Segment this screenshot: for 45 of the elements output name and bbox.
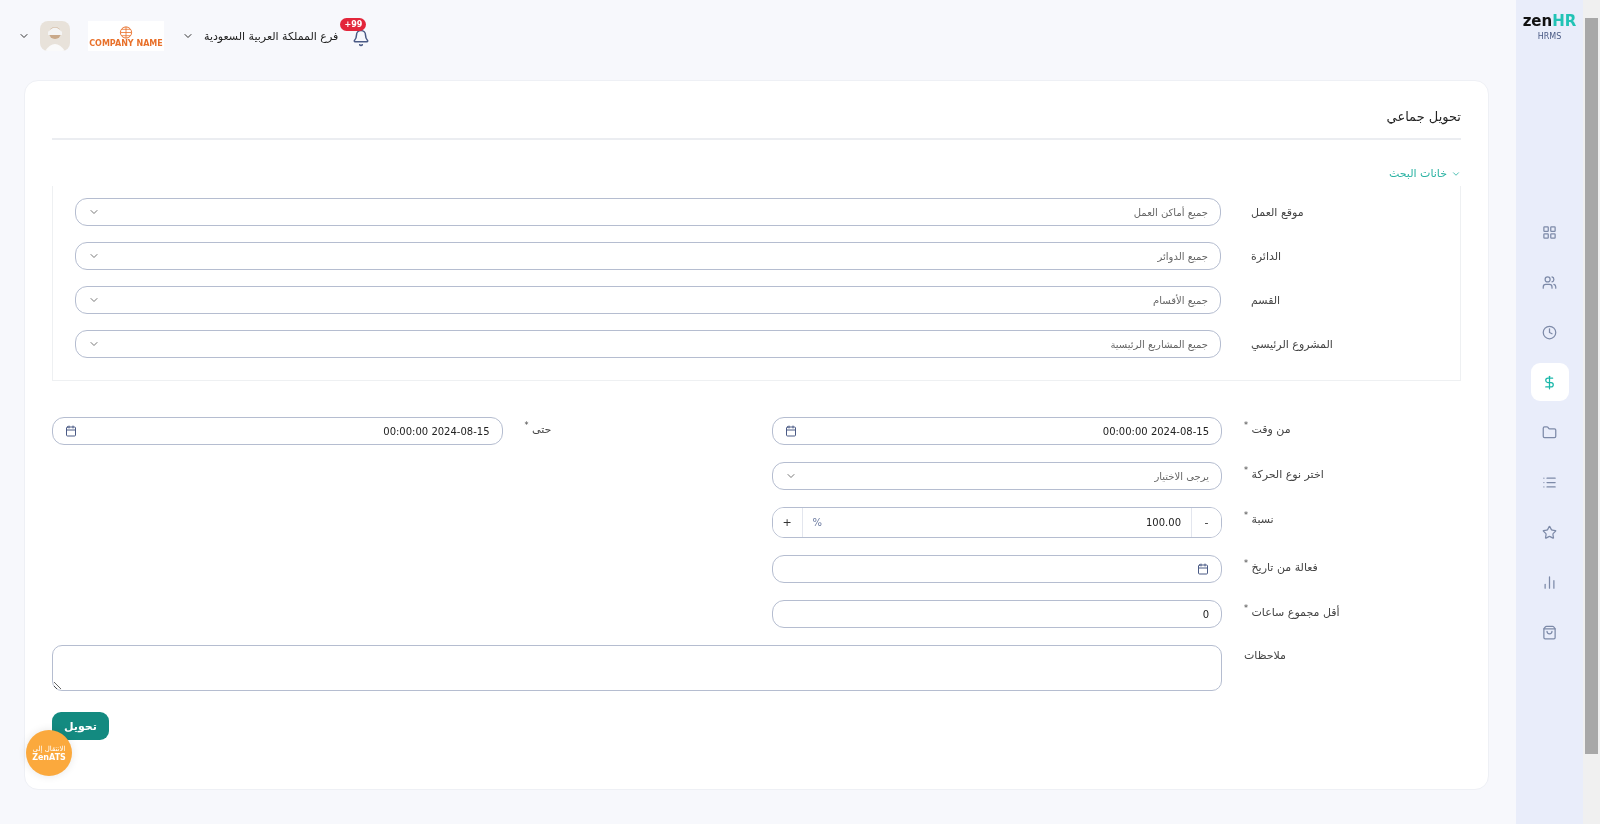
filter-select[interactable]: جميع أماكن العمل (75, 198, 1221, 226)
brand-subtitle: HRMS (1537, 32, 1562, 41)
notification-badge: +99 (340, 18, 367, 31)
dollar-icon (1542, 374, 1557, 390)
field-label: ملاحظات (1243, 648, 1287, 662)
globe-icon (118, 24, 134, 40)
avatar[interactable] (40, 21, 70, 51)
calendar-icon (65, 425, 77, 437)
filter-label: الدائرة (1250, 249, 1283, 263)
users-icon (1542, 274, 1557, 290)
number-field[interactable]: 0 (771, 600, 1222, 628)
filter-select[interactable]: جميع الدوائر (75, 242, 1221, 270)
date-field[interactable]: 2024-08-15 00:00:00 (52, 417, 503, 445)
date-field[interactable] (771, 555, 1222, 583)
field-label: من وقت $^{*}$ (1243, 420, 1292, 436)
filter-label: موقع العمل (1250, 205, 1305, 219)
brand-logo: zenHR (1522, 12, 1577, 30)
field-label: نسبة $^{*}$ (1243, 510, 1275, 526)
notes-field[interactable] (52, 645, 1222, 691)
folder-icon (1542, 424, 1557, 440)
grid-icon (1542, 224, 1557, 240)
filter-label: المشروع الرئيسي (1250, 337, 1334, 351)
company-logo: COMPANY NAME (88, 21, 164, 51)
field-label: فعالة من تاريخ $^{*}$ (1243, 558, 1319, 574)
select-field[interactable]: يرجى الاختيار (771, 462, 1222, 490)
star-icon (1542, 524, 1557, 540)
bell-icon[interactable] (352, 29, 371, 47)
calendar-icon (1197, 563, 1209, 575)
branch-name[interactable]: فرع المملكة العربية السعودية (204, 29, 339, 43)
list-icon (1542, 474, 1557, 490)
nav-button[interactable] (1530, 363, 1569, 401)
bar-chart-icon (1542, 574, 1557, 590)
filter-label: القسم (1250, 293, 1282, 307)
page-title: تحويل جماعي (1385, 108, 1461, 127)
filter-select[interactable]: جميع الأقسام (75, 286, 1221, 314)
clock-icon (1542, 324, 1557, 340)
bag-icon (1542, 624, 1557, 640)
calendar-icon (784, 425, 797, 437)
scrollbar[interactable] (1583, 0, 1600, 824)
field-label: اختر نوع الحركة $^{*}$ (1243, 465, 1325, 481)
filter-select[interactable]: جميع المشاريع الرئيسية (75, 330, 1221, 358)
submit-button[interactable]: تحويل (52, 712, 109, 740)
field-label: أقل مجموع ساعات $^{*}$ (1243, 603, 1341, 619)
field-label: حتى $^{*}$ (523, 420, 553, 436)
date-field[interactable]: 2024-08-15 00:00:00 (771, 417, 1222, 445)
